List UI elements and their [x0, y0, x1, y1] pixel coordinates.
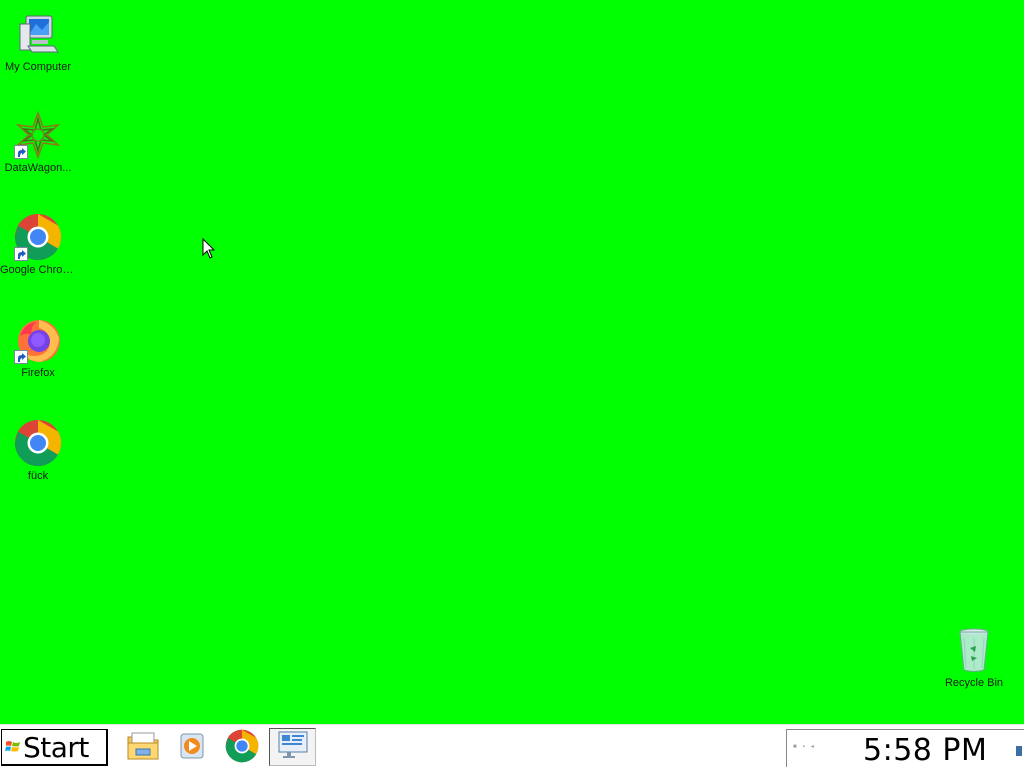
quick-launch-media-player[interactable] [174, 730, 210, 766]
windows-logo-icon [5, 739, 21, 755]
taskbar-clock[interactable]: 5:58 PM [863, 733, 987, 768]
desktop-icon-label: Recycle Bin [944, 677, 1004, 689]
taskbar: Start ■ ▪ ◂ 5:58 PM [0, 724, 1024, 768]
control-panel-icon [277, 730, 309, 765]
taskbar-active-window-control-panel[interactable] [269, 728, 316, 766]
quick-launch-chrome[interactable] [224, 729, 260, 768]
desktop-icon-label: fück [27, 470, 49, 482]
tray-icons: ■ ▪ ◂ [793, 744, 814, 750]
datawagon-icon [14, 110, 62, 160]
desktop-icon-google-chrome[interactable]: Google Chrome [0, 213, 76, 277]
tray-volume-icon[interactable]: ◂ [811, 744, 814, 750]
mouse-cursor-icon [202, 237, 216, 260]
tray-network-icon[interactable]: ■ [793, 744, 797, 750]
desktop-icon-label: Google Chrome [0, 264, 76, 276]
my-computer-icon [14, 10, 62, 58]
file-explorer-icon [126, 731, 160, 766]
desktop-icon-recycle-bin[interactable]: Recycle Bin [936, 626, 1012, 690]
desktop-icon-chrome-shortcut[interactable]: fück [0, 419, 76, 483]
shortcut-arrow-icon [14, 247, 28, 261]
recycle-bin-icon [950, 626, 998, 674]
chrome-icon [225, 729, 259, 768]
start-button[interactable]: Start [1, 729, 108, 766]
desktop-icon-label: DataWagon... [4, 162, 72, 174]
shortcut-arrow-icon [14, 350, 28, 364]
system-tray: ■ ▪ ◂ 5:58 PM [786, 729, 1024, 768]
quick-launch-file-explorer[interactable] [125, 730, 161, 766]
desktop[interactable]: My Computer DataWagon... Google Chrome F… [0, 0, 1024, 724]
shortcut-arrow-icon [14, 145, 28, 159]
chrome-icon [14, 213, 62, 261]
media-player-icon [177, 731, 207, 766]
chrome-icon [14, 419, 62, 467]
desktop-icon-label: My Computer [4, 61, 72, 73]
tray-security-icon[interactable]: ▪ [803, 744, 805, 750]
show-desktop-icon[interactable] [1016, 746, 1022, 756]
desktop-icon-datawagon[interactable]: DataWagon... [0, 110, 76, 175]
firefox-icon [14, 316, 62, 364]
desktop-icon-my-computer[interactable]: My Computer [0, 10, 76, 74]
start-label: Start [23, 730, 89, 764]
desktop-icon-firefox[interactable]: Firefox [0, 316, 76, 380]
desktop-icon-label: Firefox [21, 367, 55, 379]
